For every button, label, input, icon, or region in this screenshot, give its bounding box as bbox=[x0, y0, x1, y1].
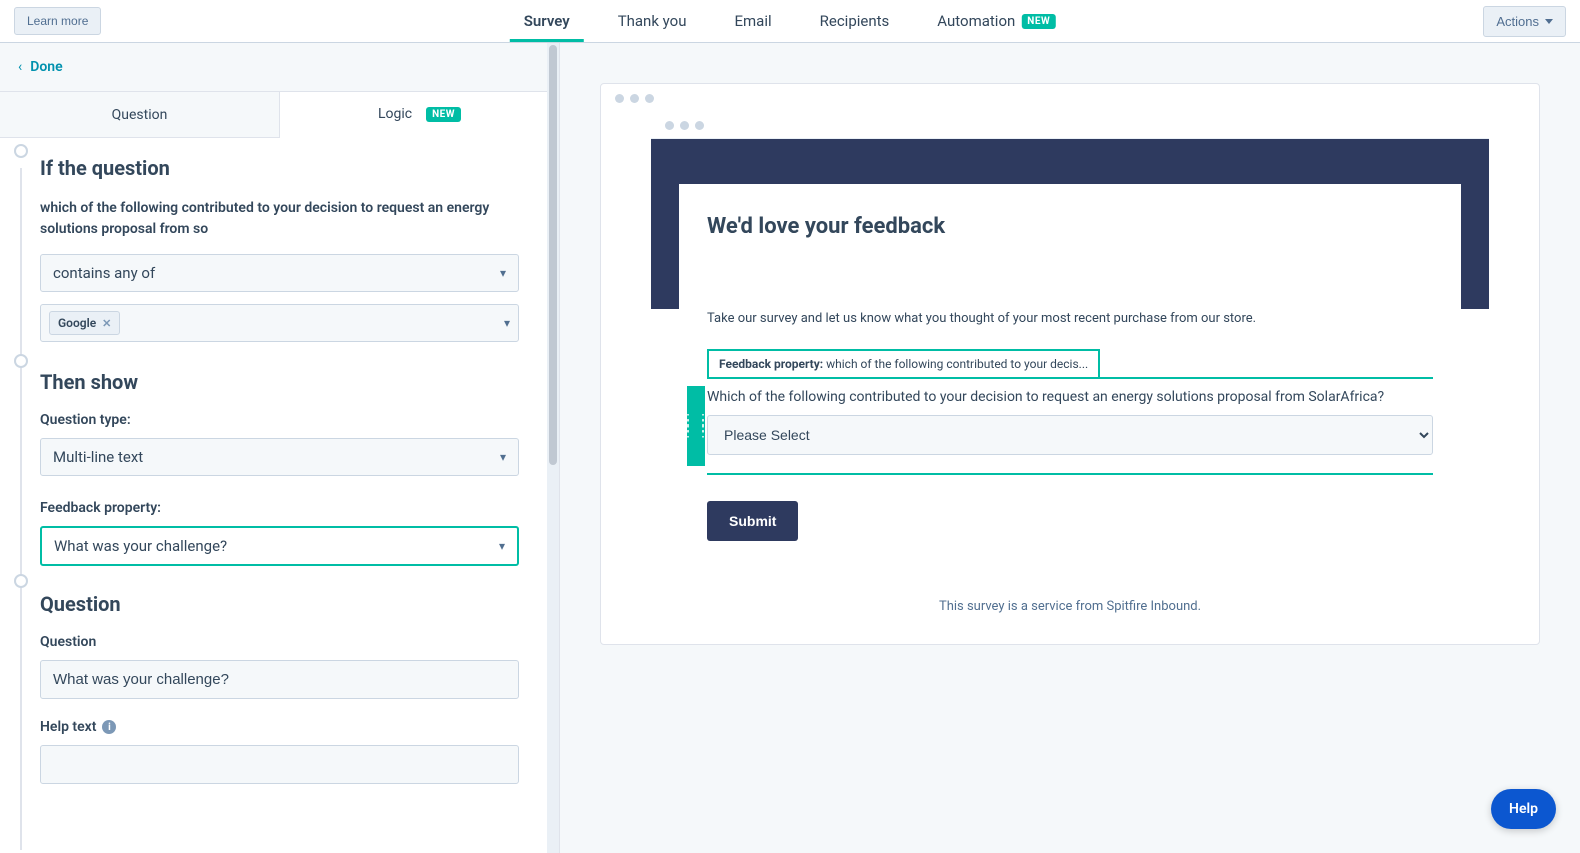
then-title: Then show bbox=[40, 370, 519, 394]
dot-icon bbox=[695, 121, 704, 130]
caret-down-icon: ▾ bbox=[499, 539, 505, 553]
top-bar: Learn more Survey Thank you Email Recipi… bbox=[0, 0, 1580, 43]
learn-more-button[interactable]: Learn more bbox=[14, 7, 101, 35]
sub-tab-logic-label: Logic bbox=[378, 106, 412, 122]
caret-down-icon: ▾ bbox=[500, 450, 506, 464]
question-input[interactable] bbox=[40, 660, 519, 699]
left-panel: ‹ Done Question Logic NEW If the questio… bbox=[0, 43, 560, 853]
sub-tab-logic[interactable]: Logic NEW bbox=[280, 92, 559, 138]
dot-icon bbox=[630, 94, 639, 103]
feedback-property-label: Feedback property: bbox=[40, 500, 519, 516]
tag-label: Google bbox=[58, 316, 96, 330]
new-badge: NEW bbox=[426, 107, 461, 122]
tab-automation-label: Automation bbox=[937, 12, 1015, 30]
main-tabs: Survey Thank you Email Recipients Automa… bbox=[524, 0, 1056, 42]
browser-chrome: We'd love your feedback Take our survey … bbox=[600, 83, 1540, 645]
drag-icon: ⋮⋮⋮⋮⋮⋮ bbox=[681, 417, 711, 435]
close-icon[interactable]: ✕ bbox=[102, 317, 111, 330]
caret-down-icon: ▾ bbox=[504, 316, 510, 330]
survey-footer: This survey is a service from Spitfire I… bbox=[651, 599, 1489, 614]
question-type-label: Question type: bbox=[40, 412, 519, 428]
tab-thank-you[interactable]: Thank you bbox=[618, 0, 687, 42]
timeline-dot bbox=[14, 354, 28, 368]
timeline-dot bbox=[14, 144, 28, 158]
actions-label: Actions bbox=[1496, 14, 1539, 29]
info-icon[interactable]: i bbox=[102, 720, 116, 734]
dot-icon bbox=[680, 121, 689, 130]
selected-tag: Google ✕ bbox=[49, 311, 120, 335]
feedback-property-chip[interactable]: Feedback property: which of the followin… bbox=[707, 349, 1100, 377]
help-fab[interactable]: Help bbox=[1491, 789, 1556, 829]
new-badge: NEW bbox=[1021, 14, 1056, 29]
tab-recipients[interactable]: Recipients bbox=[820, 0, 890, 42]
main-layout: ‹ Done Question Logic NEW If the questio… bbox=[0, 43, 1580, 853]
feedback-property-select[interactable]: What was your challenge? ▾ bbox=[40, 526, 519, 566]
then-section: Then show Question type: Multi-line text… bbox=[40, 370, 519, 566]
submit-button[interactable]: Submit bbox=[707, 501, 798, 541]
preview-answer-select[interactable]: Please Select bbox=[707, 415, 1433, 455]
dot-icon bbox=[615, 94, 624, 103]
sub-tabs: Question Logic NEW bbox=[0, 92, 559, 138]
question-type-value: Multi-line text bbox=[53, 448, 143, 466]
caret-down-icon: ▾ bbox=[500, 266, 506, 280]
help-text-label-text: Help text bbox=[40, 719, 96, 735]
preview-question-text: Which of the following contributed to yo… bbox=[707, 389, 1433, 405]
tab-survey[interactable]: Survey bbox=[524, 0, 570, 42]
prop-prefix: Feedback property: bbox=[719, 357, 823, 371]
actions-button[interactable]: Actions bbox=[1483, 6, 1566, 37]
question-section-title: Question bbox=[40, 592, 519, 616]
inner-dots bbox=[651, 113, 1489, 139]
page-frame: We'd love your feedback Take our survey … bbox=[601, 113, 1539, 644]
timeline-line bbox=[20, 168, 22, 850]
dot-icon bbox=[645, 94, 654, 103]
done-link[interactable]: Done bbox=[30, 59, 62, 75]
drag-handle[interactable]: ⋮⋮⋮⋮⋮⋮ bbox=[687, 386, 705, 466]
sub-tab-question[interactable]: Question bbox=[0, 92, 280, 137]
operator-value: contains any of bbox=[53, 264, 155, 282]
question-section: Question Question Help text i bbox=[40, 592, 519, 804]
timeline-dot bbox=[14, 574, 28, 588]
if-section: If the question which of the following c… bbox=[40, 156, 519, 342]
value-multiselect[interactable]: Google ✕ ▾ bbox=[40, 304, 519, 342]
help-text-label: Help text i bbox=[40, 719, 519, 735]
preview-panel: We'd love your feedback Take our survey … bbox=[560, 43, 1580, 853]
caret-down-icon bbox=[1545, 19, 1553, 24]
condition-question-text: which of the following contributed to yo… bbox=[40, 198, 519, 240]
survey-card: We'd love your feedback Take our survey … bbox=[679, 184, 1461, 571]
if-title: If the question bbox=[40, 156, 519, 180]
done-bar: ‹ Done bbox=[0, 43, 559, 92]
operator-select[interactable]: contains any of ▾ bbox=[40, 254, 519, 292]
tab-email[interactable]: Email bbox=[734, 0, 771, 42]
question-field-label: Question bbox=[40, 634, 519, 650]
feedback-property-value: What was your challenge? bbox=[54, 537, 227, 555]
question-type-select[interactable]: Multi-line text ▾ bbox=[40, 438, 519, 476]
chrome-dots bbox=[601, 84, 1539, 113]
inner-chrome: We'd love your feedback Take our survey … bbox=[651, 113, 1489, 614]
question-block[interactable]: ⋮⋮⋮⋮⋮⋮ Which of the following contribute… bbox=[707, 377, 1433, 475]
logic-body: If the question which of the following c… bbox=[0, 138, 559, 850]
tab-automation[interactable]: Automation NEW bbox=[937, 0, 1056, 42]
help-text-input[interactable] bbox=[40, 745, 519, 784]
chevron-left-icon[interactable]: ‹ bbox=[18, 59, 22, 75]
survey-description: Take our survey and let us know what you… bbox=[707, 309, 1433, 329]
prop-text: which of the following contributed to yo… bbox=[826, 357, 1088, 371]
survey-title: We'd love your feedback bbox=[707, 214, 1433, 239]
dot-icon bbox=[665, 121, 674, 130]
